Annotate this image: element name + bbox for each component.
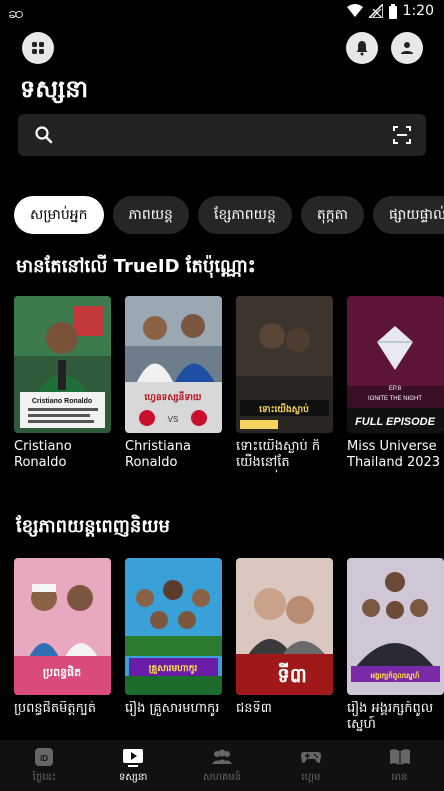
chip-movies[interactable]: ភាពយន្ត — [112, 196, 189, 234]
nav-label: ហ្គេម — [301, 771, 321, 783]
card-title: ជនទី៣ — [236, 701, 272, 716]
nav-item-read[interactable]: អាន — [355, 740, 444, 791]
page-title: ទស្សនា — [20, 75, 89, 103]
chip-cartoons[interactable]: តុក្កតា — [300, 196, 364, 234]
thumb-caption: ប្រពន្ធផិត — [43, 665, 81, 679]
card-thumbnail: ទោះយើងស្លាប់ — [236, 296, 333, 433]
nav-label: ទស្សនា — [119, 771, 148, 783]
profile-button[interactable] — [391, 32, 423, 64]
nav-label: អាន — [391, 771, 408, 783]
svg-text:VS: VS — [168, 415, 179, 424]
nav-item-today[interactable]: iD ថ្ងៃនេះ — [0, 740, 89, 791]
content-card[interactable]: Cristiano Ronaldo Cristiano Ronaldo — [14, 296, 111, 473]
status-time: 1:20 — [402, 3, 434, 19]
thumb-episode: EP.8 — [389, 386, 402, 392]
section-title-popular-series: ខ្សែភាពយន្តពេញនិយម — [16, 516, 170, 537]
thumb-caption: FULL EPISODE — [355, 416, 436, 428]
category-chips: សម្រាប់អ្នក ភាពយន្ត ខ្សែភាពយន្ត តុក្កតា … — [14, 196, 444, 234]
bell-icon — [356, 41, 368, 56]
thumb-caption: Cristiano Ronaldo — [32, 398, 92, 405]
card-thumbnail: EP.8 IGNITE THE NIGHT FULL EPISODE — [347, 296, 444, 433]
content-card[interactable]: គ្រួសារមហាកូរ រឿង គ្រួសារមហាកូរ — [125, 558, 222, 733]
card-title: រឿង គ្រួសារមហាកូរ — [125, 701, 220, 716]
app-notification-icon: ဆ — [8, 3, 24, 22]
scan-icon[interactable] — [392, 125, 412, 149]
battery-icon — [388, 3, 397, 19]
card-title: Miss Universe Thailand 2023 — [347, 439, 441, 470]
thumb-caption: ហ្វេនទស្សនីទាយ — [145, 391, 202, 403]
gamepad-icon — [300, 751, 321, 763]
search-input[interactable] — [62, 114, 382, 156]
nav-label: សហគមន៍ — [202, 771, 242, 783]
nav-item-watch[interactable]: ទស្សនា — [89, 740, 178, 791]
card-thumbnail: ប្រពន្ធផិត — [14, 558, 111, 695]
card-thumbnail: ទី៣ — [236, 558, 333, 695]
nav-item-games[interactable]: ហ្គេម — [266, 740, 355, 791]
card-title: ប្រពន្ធផិតមិត្តក្បត់ — [14, 701, 97, 716]
thumb-caption: ទី៣ — [277, 662, 307, 687]
card-title: Cristiano Ronaldo — [14, 439, 72, 470]
card-title: ទោះយើងស្លាប់ ក៏យើងនៅតែស្រឡាញ់ — [236, 439, 321, 473]
menu-grid-button[interactable] — [22, 32, 54, 64]
thumb-caption: គ្រួសារមហាកូរ — [149, 664, 198, 675]
thumb-caption: អង្គរក្សកំពូលស្នេហ៍ — [370, 671, 420, 681]
chip-live[interactable]: ផ្សាយផ្ទាល់ — [372, 196, 444, 234]
content-card[interactable]: ហ្វេនទស្សនីទាយ VS Christiana Ronaldo — [125, 296, 222, 473]
wifi-icon — [346, 4, 363, 18]
content-card[interactable]: EP.8 IGNITE THE NIGHT FULL EPISODE Miss … — [347, 296, 444, 473]
chip-for-you[interactable]: សម្រាប់អ្នក — [14, 196, 104, 234]
no-signal-icon — [368, 4, 383, 18]
card-thumbnail: អង្គរក្សកំពូលស្នេហ៍ — [347, 558, 444, 695]
notifications-button[interactable] — [346, 32, 378, 64]
card-title: Christiana Ronaldo — [125, 439, 191, 470]
id-icon: iD — [35, 747, 54, 766]
search-icon[interactable] — [34, 125, 54, 149]
grid-icon — [32, 42, 44, 54]
search-bar[interactable] — [18, 114, 426, 156]
content-card[interactable]: ទី៣ ជនទី៣ — [236, 558, 333, 733]
people-icon — [211, 749, 232, 764]
card-thumbnail: គ្រួសារមហាកូរ — [125, 558, 222, 695]
card-thumbnail: Cristiano Ronaldo — [14, 296, 111, 433]
content-card[interactable]: ទោះយើងស្លាប់ ទោះយើងស្លាប់ ក៏យើងនៅតែស្រឡា… — [236, 296, 333, 473]
nav-item-community[interactable]: សហគមន៍ — [178, 740, 267, 791]
thumb-caption: ទោះយើងស្លាប់ — [259, 403, 309, 415]
content-card[interactable]: អង្គរក្សកំពូលស្នេហ៍ រឿង អង្គរក្សកំពូលស្ន… — [347, 558, 444, 733]
status-bar: ဆ 1:20 — [0, 0, 444, 24]
section-row-trueid-exclusive: Cristiano Ronaldo Cristiano Ronaldo ហ្វេ… — [14, 296, 444, 473]
play-icon — [123, 748, 144, 767]
user-icon — [401, 42, 413, 54]
nav-label: ថ្ងៃនេះ — [32, 771, 57, 783]
section-title-trueid-exclusive: មានតែនៅលើ TrueID តែប៉ុណ្ណោះ — [16, 256, 256, 277]
content-card[interactable]: ប្រពន្ធផិត ប្រពន្ធផិតមិត្តក្បត់ — [14, 558, 111, 733]
book-icon — [389, 748, 410, 765]
svg-text:iD: iD — [40, 754, 48, 763]
chip-series[interactable]: ខ្សែភាពយន្ត — [197, 196, 292, 234]
section-row-popular-series: ប្រពន្ធផិត ប្រពន្ធផិតមិត្តក្បត់ គ្រួសារម… — [14, 558, 444, 733]
thumb-subcaption: IGNITE THE NIGHT — [368, 396, 422, 402]
bottom-nav: iD ថ្ងៃនេះ ទស្សនា សហគមន៍ ហ្គេម អាន — [0, 740, 444, 791]
card-thumbnail: ហ្វេនទស្សនីទាយ VS — [125, 296, 222, 433]
card-title: រឿង អង្គរក្សកំពូលស្នេហ៍ — [347, 701, 434, 732]
